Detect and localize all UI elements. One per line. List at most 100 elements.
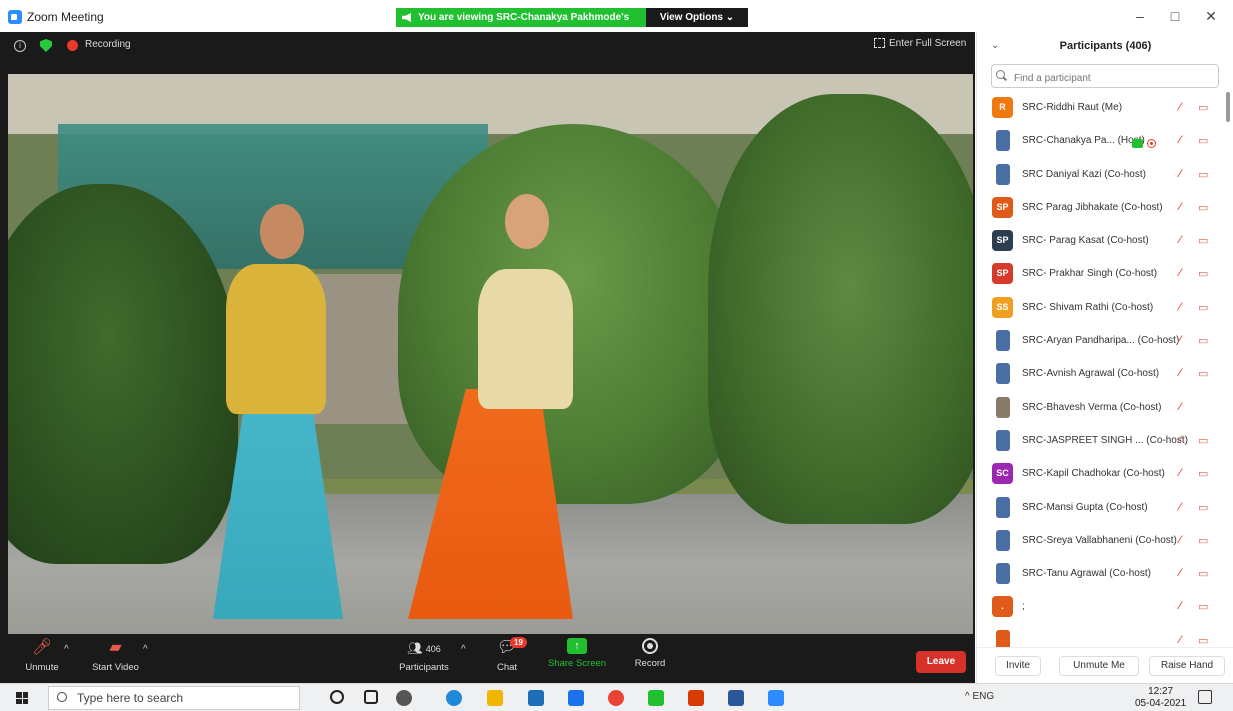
participant-row[interactable]: SP SRC- Prakhar Singh (Co-host) ⁄ ▭ [977, 258, 1225, 291]
record-button[interactable]: Record [630, 638, 670, 669]
participant-list-scrollbar[interactable] [1226, 92, 1230, 122]
shared-video [8, 74, 973, 634]
host-status-badges [1132, 134, 1156, 152]
participant-avatar [996, 496, 1010, 518]
recording-status-icon [1147, 138, 1156, 148]
mic-muted-icon: ⁄ [1179, 433, 1181, 446]
participant-row[interactable]: SC SRC-Kapil Chadhokar (Co-host) ⁄ ▭ [977, 458, 1225, 491]
participant-row[interactable]: SRC-Chanakya Pa... (Host) ⁄ ▭ [977, 125, 1225, 158]
participant-name: SRC- Shivam Rathi (Co-host) [1022, 301, 1154, 313]
minimize-button[interactable]: – [1125, 8, 1155, 24]
recording-label: Recording [85, 39, 131, 50]
mic-muted-icon: ⁄ [1179, 633, 1181, 646]
chat-unread-badge: 19 [510, 637, 527, 648]
participant-row[interactable]: SRC Daniyal Kazi (Co-host) ⁄ ▭ [977, 159, 1225, 192]
participant-name: ; [1022, 601, 1025, 613]
view-options-button[interactable]: View Options ⌄ [646, 8, 748, 27]
participant-row[interactable]: ⁄ ▭ [977, 625, 1225, 647]
participant-avatar: SS [992, 296, 1013, 318]
video-off-icon: ▭ [1198, 534, 1209, 547]
video-off-icon: ▭ [1198, 601, 1209, 614]
chrome-icon[interactable] [608, 690, 624, 706]
participant-avatar: SP [992, 196, 1013, 218]
share-screen-button[interactable]: ↑ Share Screen [546, 638, 608, 669]
cortana-icon[interactable] [330, 690, 344, 704]
store-icon[interactable] [568, 690, 584, 706]
mic-muted-icon: ⁄ [1179, 300, 1181, 313]
windows-start-icon[interactable] [16, 692, 28, 704]
participant-row[interactable]: SP SRC Parag Jibhakate (Co-host) ⁄ ▭ [977, 192, 1225, 225]
participant-row[interactable]: SP SRC- Parag Kasat (Co-host) ⁄ ▭ [977, 225, 1225, 258]
start-video-button[interactable]: ▰ Start Video [88, 638, 143, 673]
word-icon[interactable] [728, 690, 744, 706]
video-off-icon: ▭ [1198, 201, 1209, 214]
notification-center-icon[interactable] [1198, 690, 1212, 704]
participant-name: SRC-Riddhi Raut (Me) [1022, 102, 1123, 113]
participant-row[interactable]: SRC-Tanu Agrawal (Co-host) ⁄ ▭ [977, 558, 1225, 591]
dancer-two-top [478, 269, 573, 409]
video-bush-right [708, 94, 973, 524]
settings-gear-icon[interactable] [396, 690, 412, 706]
close-button[interactable]: ✕ [1196, 8, 1226, 25]
shield-icon[interactable] [40, 39, 52, 52]
system-tray[interactable]: ^ ENG [965, 691, 994, 702]
unmute-label: Unmute [25, 662, 59, 673]
raise-hand-button[interactable]: Raise Hand [1149, 656, 1225, 676]
participant-avatar [996, 396, 1010, 418]
participants-count: 406 [425, 644, 441, 654]
info-icon[interactable]: i [14, 40, 26, 52]
green-app-icon[interactable] [648, 690, 664, 706]
record-icon [642, 638, 658, 654]
participant-search-input[interactable] [991, 64, 1219, 88]
task-view-icon[interactable] [364, 690, 378, 704]
leave-button[interactable]: Leave [916, 651, 966, 673]
edge-browser-icon[interactable] [446, 690, 462, 706]
unmute-me-button[interactable]: Unmute Me [1059, 656, 1139, 676]
recording-icon [67, 40, 78, 51]
mic-muted-icon: ⁄ [1179, 200, 1181, 213]
meeting-toolbar: 🎤︎ Unmute ^ ▰ Start Video ^ 👥︎ 406 Parti… [0, 634, 975, 683]
title-bar: Zoom Meeting You are viewing SRC-Chanaky… [0, 0, 1233, 42]
invite-button[interactable]: Invite [995, 656, 1041, 676]
participant-row[interactable]: .; ⁄ ▭ [977, 591, 1225, 624]
participant-avatar: SC [992, 463, 1013, 485]
participant-row[interactable]: SRC-JASPREET SINGH ... (Co-host) ⁄ ▭ [977, 425, 1225, 458]
enter-full-screen-button[interactable]: Enter Full Screen [874, 38, 966, 49]
video-off-icon: ▭ [1198, 501, 1209, 514]
participant-name: SRC Parag Jibhakate (Co-host) [1022, 201, 1163, 213]
participant-row[interactable]: SRC-Avnish Agrawal (Co-host) ⁄ ▭ [977, 358, 1225, 391]
mic-muted-icon: ⁄ [1179, 367, 1181, 380]
share-screen-icon: ↑ [567, 638, 587, 654]
participants-caret[interactable]: ^ [461, 644, 466, 655]
taskbar-clock[interactable]: 12:27 05-04-2021 [1135, 686, 1186, 710]
dancer-one-head [260, 204, 304, 259]
participant-list[interactable]: R SRC-Riddhi Raut (Me) ⁄ ▭ SRC-Chanakya Pa..… [977, 92, 1225, 647]
video-options-caret[interactable]: ^ [143, 644, 148, 655]
participant-avatar: R [992, 97, 1013, 118]
record-label: Record [634, 658, 666, 669]
participant-row[interactable]: SRC-Mansi Gupta (Co-host) ⁄ ▭ [977, 492, 1225, 525]
participant-row[interactable]: SRC-Aryan Pandharipa... (Co-host) ⁄ ▭ [977, 325, 1225, 358]
mic-muted-icon: ⁄ [1179, 167, 1181, 180]
zoom-window: Zoom Meeting You are viewing SRC-Chanaky… [0, 0, 1233, 711]
unmute-button[interactable]: 🎤︎ Unmute [22, 638, 62, 673]
participant-row[interactable]: SRC-Sreya Vallabhaneni (Co-host) ⁄ ▭ [977, 525, 1225, 558]
participant-avatar [996, 163, 1010, 185]
participant-row[interactable]: SS SRC- Shivam Rathi (Co-host) ⁄ ▭ [977, 292, 1225, 325]
mic-muted-icon: ⁄ [1179, 500, 1181, 513]
video-bush-center [398, 124, 748, 504]
audio-options-caret[interactable]: ^ [64, 644, 69, 655]
office-icon[interactable] [688, 690, 704, 706]
taskbar-search-box[interactable]: Type here to search [48, 686, 300, 710]
participant-row[interactable]: SRC-Bhavesh Verma (Co-host) ⁄ [977, 392, 1225, 425]
mail-icon[interactable] [528, 690, 544, 706]
windows-taskbar: Type here to search ^ ENG 12:27 05-04-20… [0, 683, 1233, 711]
video-off-icon: ▭ [1198, 301, 1209, 314]
maximize-button[interactable]: □ [1160, 8, 1190, 24]
participant-row[interactable]: R SRC-Riddhi Raut (Me) ⁄ ▭ [977, 92, 1225, 125]
participants-button[interactable]: 👥︎ 406 Participants [394, 638, 454, 673]
clock-date: 05-04-2021 [1135, 698, 1187, 709]
mic-muted-icon: ⁄ [1179, 400, 1181, 413]
file-explorer-icon[interactable] [487, 690, 503, 706]
zoom-taskbar-icon[interactable] [768, 690, 784, 706]
